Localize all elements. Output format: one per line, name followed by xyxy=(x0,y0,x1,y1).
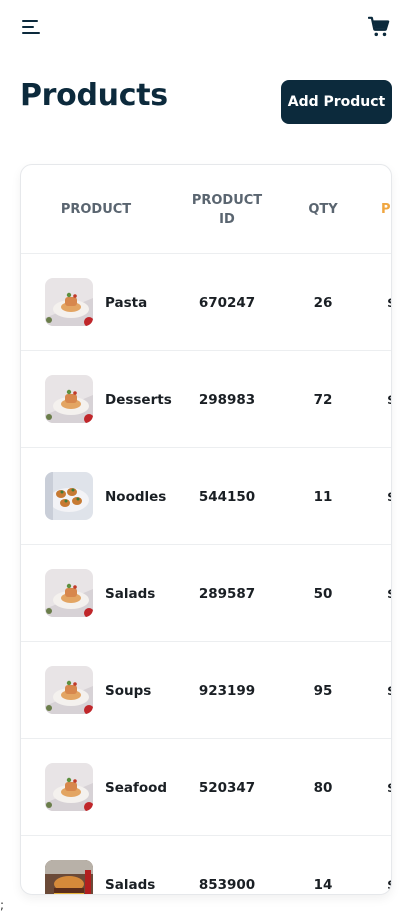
product-id: 298983 xyxy=(198,391,256,408)
product-id: 923199 xyxy=(198,682,256,699)
table-row[interactable]: Soups 923199 95 $ xyxy=(21,642,391,739)
product-id: 670247 xyxy=(198,294,256,311)
table-row[interactable]: Pasta 670247 26 $ xyxy=(21,254,391,351)
product-thumbnail xyxy=(45,375,93,423)
product-name: Desserts xyxy=(105,391,172,408)
product-thumbnail xyxy=(45,278,93,326)
table-header: PRODUCT PRODUCT ID QTY P xyxy=(21,165,391,254)
column-header-product-id[interactable]: PRODUCT ID xyxy=(179,165,275,254)
stray-text: ; xyxy=(0,898,5,912)
top-bar xyxy=(0,0,412,60)
product-qty: 95 xyxy=(313,682,333,699)
product-name: Salads xyxy=(105,585,156,602)
column-header-product-id-label: PRODUCT ID xyxy=(191,192,263,227)
product-price: $ xyxy=(387,642,391,739)
table-row[interactable]: Seafood 520347 80 $ xyxy=(21,739,391,836)
product-price: $ xyxy=(387,739,391,836)
product-qty: 14 xyxy=(313,876,333,893)
table-row[interactable]: Desserts 298983 72 $ xyxy=(21,351,391,448)
product-price: $ xyxy=(387,351,391,448)
column-header-price[interactable]: P xyxy=(381,165,391,254)
product-id: 520347 xyxy=(198,779,256,796)
hamburger-menu-icon[interactable] xyxy=(22,18,44,38)
product-id: 853900 xyxy=(198,876,256,893)
table-row[interactable]: Noodles 544150 11 $ xyxy=(21,448,391,545)
product-thumbnail xyxy=(45,569,93,617)
page-title: Products xyxy=(20,78,168,113)
product-name: Seafood xyxy=(105,779,168,796)
column-header-product[interactable]: PRODUCT xyxy=(21,165,171,254)
column-header-qty[interactable]: QTY xyxy=(295,165,351,254)
product-id: 289587 xyxy=(198,585,256,602)
product-thumbnail xyxy=(45,472,93,520)
product-price: $ xyxy=(387,545,391,642)
product-thumbnail xyxy=(45,860,93,894)
product-qty: 50 xyxy=(313,585,333,602)
table-row[interactable]: Salads 289587 50 $ xyxy=(21,545,391,642)
product-price: $ xyxy=(387,836,391,894)
product-price: $ xyxy=(387,448,391,545)
product-qty: 26 xyxy=(313,294,333,311)
product-thumbnail xyxy=(45,763,93,811)
products-table-card: PRODUCT PRODUCTID QTY P Pasta67024726$De… xyxy=(20,164,392,895)
product-price: $ xyxy=(387,254,391,351)
product-name: Soups xyxy=(105,682,152,699)
product-id: 544150 xyxy=(198,488,256,505)
add-product-button[interactable]: Add Product xyxy=(281,80,392,124)
table-row[interactable]: Salads 853900 14 $ xyxy=(21,836,391,894)
product-qty: 72 xyxy=(313,391,333,408)
product-name: Pasta xyxy=(105,294,148,311)
product-thumbnail xyxy=(45,666,93,714)
product-qty: 11 xyxy=(313,488,333,505)
product-name: Noodles xyxy=(105,488,167,505)
product-qty: 80 xyxy=(313,779,333,796)
shopping-cart-icon[interactable] xyxy=(367,16,390,38)
product-name: Salads xyxy=(105,876,156,893)
